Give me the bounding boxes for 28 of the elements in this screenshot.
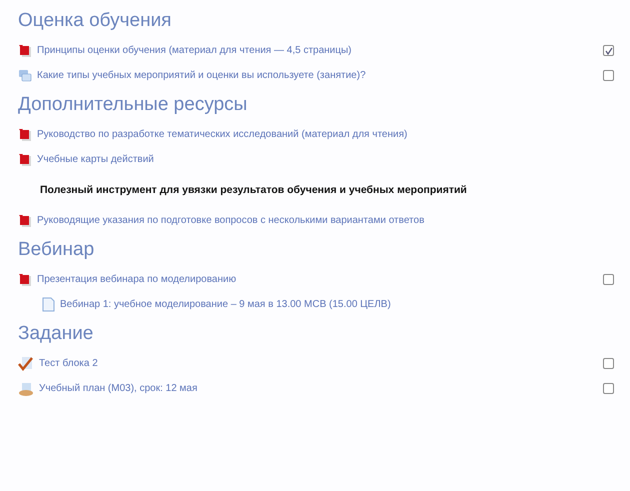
pdf-file-icon — [18, 152, 32, 166]
description-text: Полезный инструмент для увязки результатов обучения и учебных мероприятий — [39, 184, 468, 196]
activity-link[interactable]: Тест блока 2 — [39, 358, 598, 369]
section-heading: Дополнительные ресурсы — [18, 94, 248, 116]
pdf-file-icon — [18, 128, 32, 142]
activity-link[interactable]: Учебные карты действий — [37, 154, 618, 165]
pdf-file-icon — [18, 272, 32, 286]
completion-checkbox[interactable] — [603, 70, 614, 81]
activity-link[interactable]: Руководство по разработке тематических исследований (материал для чтения) — [37, 129, 618, 140]
section-heading: Задание — [18, 323, 94, 345]
pdf-file-icon — [18, 214, 32, 228]
completion-checkbox[interactable] — [603, 358, 614, 369]
pdf-file-icon — [18, 44, 32, 58]
assignment-icon — [18, 382, 34, 396]
activity-link[interactable]: Руководящие указания по подготовке вопросов с несколькими вариантами ответов — [37, 215, 618, 226]
activity-link[interactable]: Какие типы учебных мероприятий и оценки вы используете (занятие)? — [37, 70, 598, 81]
activity-link[interactable]: Принципы оценки обучения (материал для чтения — 4,5 страницы) — [37, 45, 598, 56]
completion-checkbox[interactable] — [603, 274, 614, 285]
forum-icon — [18, 68, 32, 82]
activity-link[interactable]: Презентация вебинара по моделированию — [37, 274, 598, 285]
activity-link[interactable]: Учебный план (М03), срок: 12 мая — [39, 383, 598, 394]
checkmark-icon — [18, 356, 34, 371]
section-heading: Вебинар — [18, 239, 96, 261]
activity-link[interactable]: Вебинар 1: учебное моделирование – 9 мая в 13.00 МСВ (15.00 ЦЕЛВ) — [60, 299, 618, 310]
completion-checkbox[interactable] — [603, 45, 614, 56]
section-heading: Оценка обучения — [18, 10, 172, 32]
completion-checkbox[interactable] — [603, 383, 614, 394]
document-icon — [42, 297, 55, 312]
